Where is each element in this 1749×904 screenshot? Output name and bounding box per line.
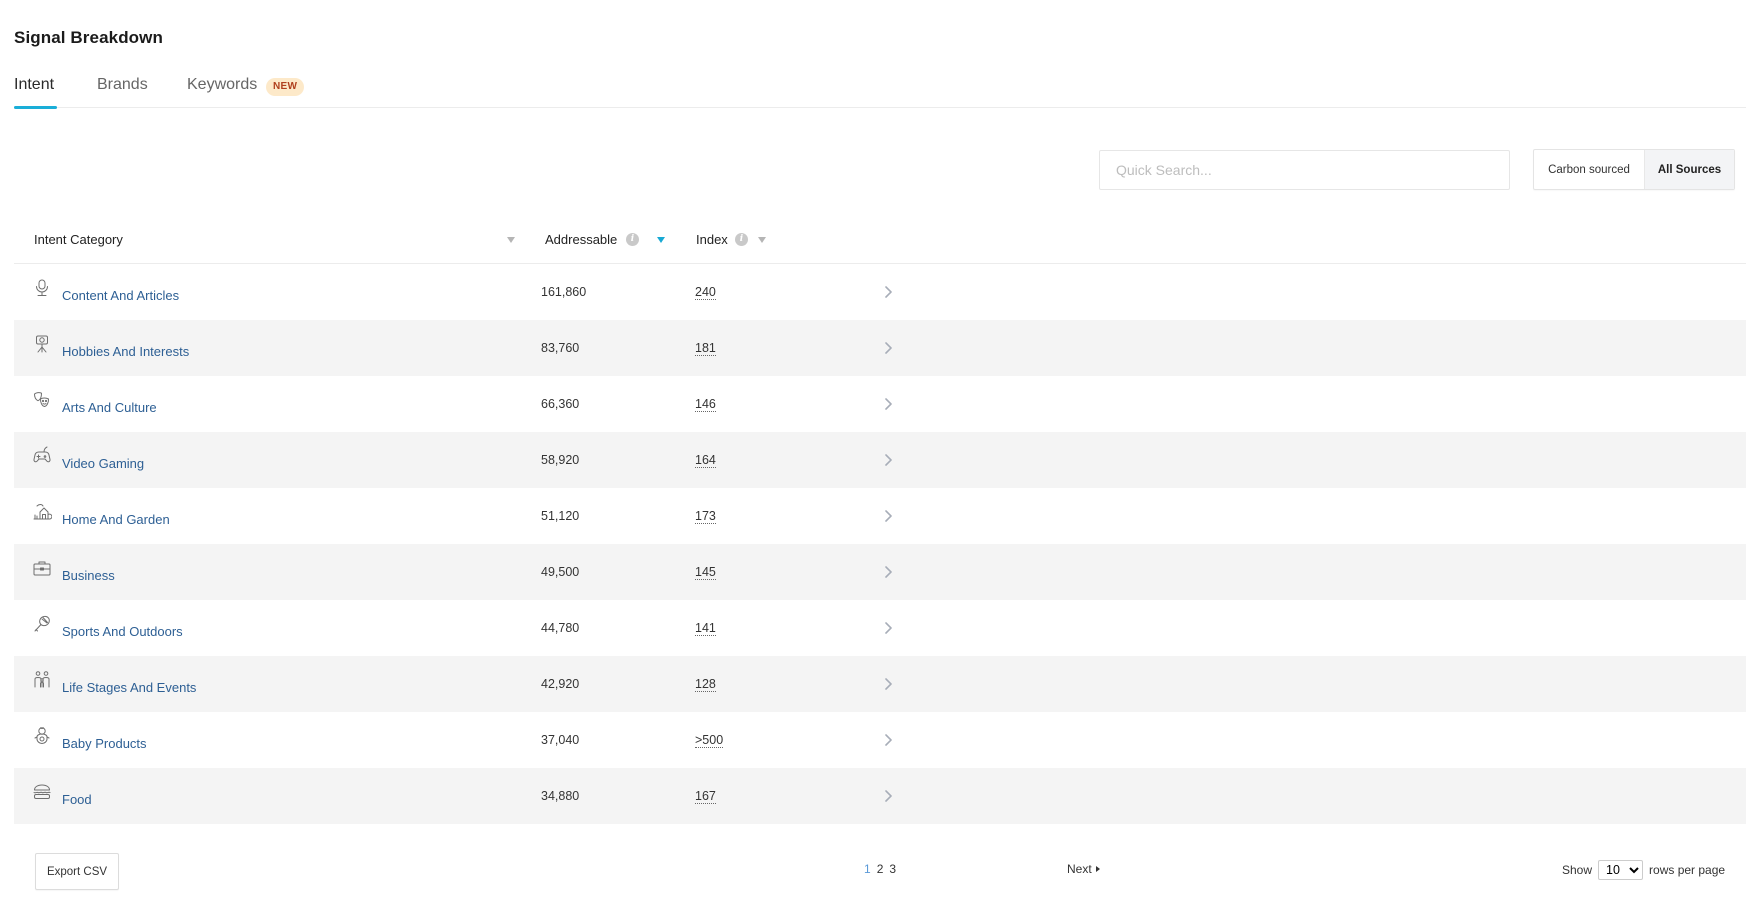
intent-table: Intent Category Addressable i Index i Co… [14, 220, 1746, 824]
house-garden-icon [32, 502, 53, 522]
category-link[interactable]: Sports And Outdoors [62, 624, 183, 639]
table-row[interactable]: Home And Garden 51,120 173 [14, 488, 1746, 544]
index-value[interactable]: >500 [695, 733, 724, 748]
addressable-value: 58,920 [541, 453, 580, 467]
column-header-index[interactable]: Index [696, 232, 728, 247]
sort-arrow-icon[interactable] [507, 237, 515, 243]
page-link-2[interactable]: 2 [877, 862, 884, 876]
addressable-value: 42,920 [541, 677, 580, 691]
rows-per-page-select[interactable]: 10 [1598, 860, 1644, 880]
page-link-3[interactable]: 3 [889, 862, 896, 876]
source-toggle: Carbon sourced All Sources [1533, 149, 1735, 190]
chevron-right-icon[interactable] [880, 395, 896, 413]
category-link[interactable]: Video Gaming [62, 456, 144, 471]
index-value[interactable]: 240 [695, 285, 716, 300]
caret-right-icon [1095, 866, 1100, 872]
addressable-value: 83,760 [541, 341, 580, 355]
addressable-value: 161,860 [541, 285, 587, 299]
next-page-button[interactable]: Next [1067, 862, 1100, 876]
table-header: Intent Category Addressable i Index i [14, 220, 1746, 264]
page-title: Signal Breakdown [14, 28, 163, 47]
new-badge: NEW [266, 78, 305, 96]
table-row[interactable]: Video Gaming 58,920 164 [14, 432, 1746, 488]
burger-icon [32, 782, 52, 802]
all-sources-toggle[interactable]: All Sources [1645, 150, 1734, 189]
chevron-right-icon[interactable] [880, 619, 896, 637]
chevron-right-icon[interactable] [880, 451, 896, 469]
category-link[interactable]: Business [62, 568, 115, 583]
table-row[interactable]: Baby Products 37,040 >500 [14, 712, 1746, 768]
sort-arrow-icon[interactable] [758, 237, 766, 243]
chevron-right-icon[interactable] [880, 339, 896, 357]
quick-search-input[interactable] [1099, 150, 1510, 190]
table-body: Content And Articles 161,860 240 Hobbies An… [14, 264, 1746, 824]
category-link[interactable]: Food [62, 792, 92, 807]
tab-keywords[interactable]: Keywords [187, 76, 257, 108]
chevron-right-icon[interactable] [880, 507, 896, 525]
category-link[interactable]: Life Stages And Events [62, 680, 196, 695]
sort-desc-active-icon[interactable] [657, 237, 665, 243]
info-icon[interactable]: i [626, 233, 639, 246]
microphone-icon [32, 278, 52, 298]
rows-per-page-label: rows per page [1649, 863, 1726, 877]
chevron-right-icon[interactable] [880, 563, 896, 581]
theater-masks-icon [32, 390, 52, 410]
index-value[interactable]: 164 [695, 453, 716, 468]
table-row[interactable]: Food 34,880 167 [14, 768, 1746, 824]
addressable-value: 37,040 [541, 733, 580, 747]
chevron-right-icon[interactable] [880, 283, 896, 301]
table-row[interactable]: Content And Articles 161,860 240 [14, 264, 1746, 320]
racket-icon [32, 614, 52, 634]
table-row[interactable]: Sports And Outdoors 44,780 141 [14, 600, 1746, 656]
table-row[interactable]: Arts And Culture 66,360 146 [14, 376, 1746, 432]
pagination: 1 2 3 [864, 862, 896, 876]
chevron-right-icon[interactable] [880, 675, 896, 693]
index-value[interactable]: 173 [695, 509, 716, 524]
index-value[interactable]: 146 [695, 397, 716, 412]
addressable-value: 51,120 [541, 509, 580, 523]
addressable-value: 34,880 [541, 789, 580, 803]
family-icon [32, 670, 52, 690]
addressable-value: 44,780 [541, 621, 580, 635]
category-link[interactable]: Home And Garden [62, 512, 170, 527]
category-link[interactable]: Hobbies And Interests [62, 344, 189, 359]
chevron-right-icon[interactable] [880, 731, 896, 749]
page-link-1[interactable]: 1 [864, 862, 871, 876]
index-value[interactable]: 141 [695, 621, 716, 636]
chevron-right-icon[interactable] [880, 787, 896, 805]
column-header-intent-category[interactable]: Intent Category [34, 232, 123, 247]
category-link[interactable]: Arts And Culture [62, 400, 157, 415]
briefcase-icon [32, 558, 52, 578]
addressable-value: 49,500 [541, 565, 580, 579]
gamepad-icon [32, 446, 52, 466]
category-link[interactable]: Content And Articles [62, 288, 179, 303]
baby-icon [32, 726, 52, 746]
column-header-addressable[interactable]: Addressable [545, 232, 617, 247]
table-row[interactable]: Life Stages And Events 42,920 128 [14, 656, 1746, 712]
tab-brands[interactable]: Brands [97, 76, 148, 108]
addressable-value: 66,360 [541, 397, 580, 411]
table-row[interactable]: Hobbies And Interests 83,760 181 [14, 320, 1746, 376]
tab-bar: Intent Brands Keywords NEW [14, 74, 1746, 109]
category-link[interactable]: Baby Products [62, 736, 147, 751]
info-icon[interactable]: i [735, 233, 748, 246]
index-value[interactable]: 181 [695, 341, 716, 356]
table-row[interactable]: Business 49,500 145 [14, 544, 1746, 600]
index-value[interactable]: 167 [695, 789, 716, 804]
export-csv-button[interactable]: Export CSV [35, 853, 119, 890]
index-value[interactable]: 128 [695, 677, 716, 692]
carbon-sourced-toggle[interactable]: Carbon sourced [1534, 150, 1645, 189]
rows-per-page-control: Show 10 rows per page [1562, 860, 1725, 880]
tab-intent[interactable]: Intent [14, 76, 57, 109]
show-label: Show [1562, 863, 1593, 877]
next-label: Next [1067, 862, 1092, 876]
index-value[interactable]: 145 [695, 565, 716, 580]
camera-tripod-icon [32, 334, 52, 354]
